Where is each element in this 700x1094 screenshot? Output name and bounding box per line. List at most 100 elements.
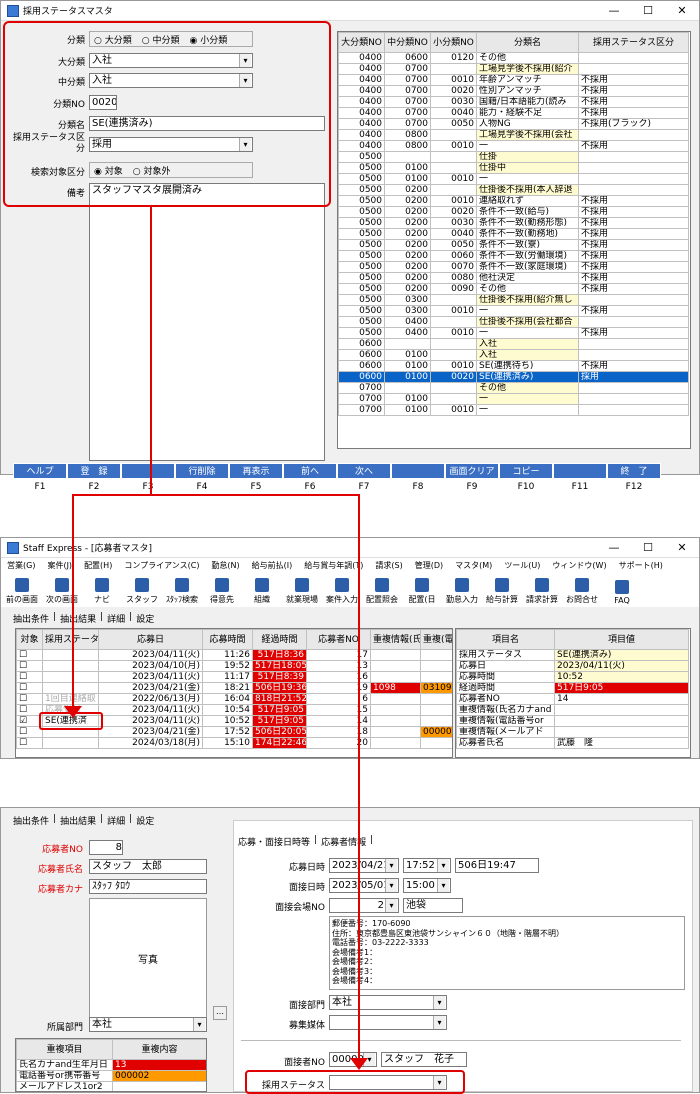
table-row[interactable]: 0600 0100 0010 SE(連携待ち) 不採用 bbox=[338, 360, 689, 372]
status-cell[interactable] bbox=[42, 649, 99, 661]
function-key-12[interactable]: 終 了 F12 bbox=[607, 463, 661, 492]
detail-row[interactable]: 経過時間 517日9:05 bbox=[456, 682, 689, 694]
maximize-icon[interactable]: ☐ bbox=[631, 541, 665, 554]
table-row[interactable]: 0600 0100 入社 bbox=[338, 349, 689, 361]
toolbar-button[interactable]: 配置(日 bbox=[405, 578, 439, 605]
table-row[interactable]: 0500 0400 仕掛後不採用(会社都合 bbox=[338, 316, 689, 328]
close-icon[interactable]: ✕ bbox=[665, 541, 699, 554]
detail-row[interactable]: 応募時間 10:52 bbox=[456, 671, 689, 683]
detail-row[interactable]: 応募者氏名 武藤 隆 bbox=[456, 737, 689, 749]
detail-row[interactable]: 採用ステータス SE(連携済み) bbox=[456, 649, 689, 661]
table-row[interactable]: 0400 0700 工場見学後不採用(紹介 bbox=[338, 63, 689, 75]
table-row[interactable]: ☐ 2023/04/11(火) 11:17 517日8:39 16 bbox=[16, 671, 452, 683]
kaijo-no-select[interactable]: 2 bbox=[329, 898, 399, 913]
toolbar-button[interactable]: スタッフ bbox=[125, 578, 159, 605]
row-checkbox[interactable]: ☐ bbox=[16, 693, 43, 705]
table-row[interactable]: ☐ 2024/03/18(月) 15:10 174日22:46 20 bbox=[16, 737, 452, 749]
maximize-icon[interactable]: ☐ bbox=[631, 4, 665, 17]
menu-item[interactable]: 管理(D) bbox=[415, 560, 443, 571]
menu-item[interactable]: 給与賞与年調(T) bbox=[304, 560, 363, 571]
bumon-select[interactable]: 本社 bbox=[329, 995, 447, 1010]
status-cell[interactable] bbox=[42, 737, 99, 749]
row-checkbox[interactable]: ☐ bbox=[16, 660, 43, 672]
table-row[interactable]: 0600 入社 bbox=[338, 338, 689, 350]
table-row[interactable]: 0500 0200 0070 条件不一致(家庭環境) 不採用 bbox=[338, 261, 689, 273]
table-row[interactable]: ☐ 2023/04/10(月) 19:52 517日18:05 13 bbox=[16, 660, 452, 672]
venue-memo[interactable]: 郵便番号：170-6090 住所：東京都豊島区東池袋サンシャイン６０（地階・階層不… bbox=[329, 916, 685, 990]
applicant-grid[interactable]: 対象採用ステータス応募日応募時間経過時間応募者NO重複情報(氏名カナand重複(… bbox=[15, 628, 453, 758]
toolbar-button[interactable]: 給与計算 bbox=[485, 578, 519, 605]
table-row[interactable]: 0500 0200 0050 条件不一致(寮) 不採用 bbox=[338, 239, 689, 251]
menu-item[interactable]: コンプライアンス(C) bbox=[124, 560, 199, 571]
table-row[interactable]: 0700 0100 0010 一 bbox=[338, 404, 689, 416]
menu-item[interactable]: 営業(G) bbox=[7, 560, 35, 571]
status-cell[interactable] bbox=[42, 682, 99, 694]
status-cell[interactable] bbox=[42, 660, 99, 672]
dept-select[interactable]: 本社 bbox=[89, 1017, 207, 1032]
menu-item[interactable]: ウィンドウ(W) bbox=[552, 560, 606, 571]
function-key-11[interactable]: F11 bbox=[553, 463, 607, 492]
table-row[interactable]: 0700 その他 bbox=[338, 382, 689, 394]
table-row[interactable]: 0500 0100 仕掛中 bbox=[338, 162, 689, 174]
tab-2[interactable]: 詳細 bbox=[107, 612, 125, 625]
toolbar-button[interactable]: 得意先 bbox=[205, 578, 239, 605]
table-row[interactable]: 0500 0300 0010 一不採用 bbox=[338, 305, 689, 317]
tab-3[interactable]: 設定 bbox=[136, 814, 154, 827]
minimize-icon[interactable]: — bbox=[597, 541, 631, 554]
function-key-8[interactable]: F8 bbox=[391, 463, 445, 492]
detail-row[interactable]: 重複情報(氏名カナand bbox=[456, 704, 689, 716]
table-row[interactable]: 0400 0700 0050 人物NG 不採用(ブラック) bbox=[338, 118, 689, 130]
table-row[interactable]: 0500 0200 0030 条件不一致(勤務形態) 不採用 bbox=[338, 217, 689, 229]
table-row[interactable]: 0500 仕掛 bbox=[338, 151, 689, 163]
function-key-3[interactable]: F3 bbox=[121, 463, 175, 492]
table-row[interactable]: 0500 0200 0010 連絡取れず 不採用 bbox=[338, 195, 689, 207]
table-row[interactable]: 0500 0200 0080 他社決定 不採用 bbox=[338, 272, 689, 284]
detail-grid[interactable]: 項目名 項目値 採用ステータス SE(連携済み) 応募日 2023/04/11(火) 応募時… bbox=[455, 628, 691, 758]
table-row[interactable]: 0500 0200 0020 条件不一致(給与) 不採用 bbox=[338, 206, 689, 218]
status-cell[interactable] bbox=[42, 671, 99, 683]
toolbar-button[interactable]: 案件入力 bbox=[325, 578, 359, 605]
table-row[interactable]: 0700 0100 一 bbox=[338, 393, 689, 405]
close-icon[interactable]: ✕ bbox=[665, 4, 699, 17]
photo-box[interactable]: 写真 bbox=[89, 898, 207, 1022]
function-key-5[interactable]: 再表示 F5 bbox=[229, 463, 283, 492]
oubo-date-select[interactable]: 2023/04/21 bbox=[329, 858, 399, 873]
detail-row[interactable]: 応募日 2023/04/11(火) bbox=[456, 660, 689, 672]
table-row[interactable]: 0500 0100 0010 一 bbox=[338, 173, 689, 185]
applicant-kana-input[interactable]: ｽﾀｯﾌ ﾀﾛｳ bbox=[89, 879, 207, 894]
applicant-no-input[interactable]: 8 bbox=[89, 840, 123, 855]
toolbar-button[interactable]: FAQ bbox=[605, 580, 639, 605]
menu-item[interactable]: 給与前払(I) bbox=[252, 560, 293, 571]
table-row[interactable]: 0500 0200 仕掛後不採用(本人辞退 bbox=[338, 184, 689, 196]
menu-item[interactable]: ツール(U) bbox=[504, 560, 540, 571]
table-row[interactable]: 0400 0700 0040 能力・経験不足 不採用 bbox=[338, 107, 689, 119]
tab-3[interactable]: 設定 bbox=[136, 612, 154, 625]
toolbar-button[interactable]: 勤怠入力 bbox=[445, 578, 479, 605]
table-row[interactable]: 0500 0300 仕掛後不採用(紹介無し bbox=[338, 294, 689, 306]
status-cell[interactable]: 1回目連絡取 bbox=[42, 693, 99, 705]
status-grid[interactable]: 大分類NO 中分類NO 小分類NO 分類名 採用ステータス区分 0400 0600 0120 そ… bbox=[337, 31, 691, 449]
baitai-select[interactable] bbox=[329, 1015, 447, 1030]
menu-item[interactable]: 請求(S) bbox=[375, 560, 402, 571]
toolbar-button[interactable]: 配置照会 bbox=[365, 578, 399, 605]
dup-row[interactable]: 電話番号or携帯番号 000002 bbox=[16, 1070, 206, 1082]
mensetsu-time-select[interactable]: 15:00 bbox=[403, 878, 451, 893]
duplicate-grid[interactable]: 重複項目 重複内容 氏名カナand生年月日 13 電話番号or携帯番号 000002 メール… bbox=[15, 1038, 207, 1092]
oubo-time-select[interactable]: 17:52 bbox=[403, 858, 451, 873]
table-row[interactable]: 0400 0700 0010 年齢アンマッチ 不採用 bbox=[338, 74, 689, 86]
table-row[interactable]: 0500 0200 0060 条件不一致(労働環境) 不採用 bbox=[338, 250, 689, 262]
row-checkbox[interactable]: ☐ bbox=[16, 649, 43, 661]
toolbar-button[interactable]: 前の画面 bbox=[5, 578, 39, 605]
toolbar-button[interactable]: お問合せ bbox=[565, 578, 599, 605]
applicant-name-input[interactable]: スタッフ 太郎 bbox=[89, 859, 207, 874]
table-row[interactable]: 0400 0800 0010 一不採用 bbox=[338, 140, 689, 152]
table-row[interactable]: ☐ 1回目連絡取 2022/06/13(月) 16:04 818日21:52 6 bbox=[16, 693, 452, 705]
function-key-6[interactable]: 前へ F6 bbox=[283, 463, 337, 492]
dup-row[interactable]: 氏名カナand生年月日 13 bbox=[16, 1059, 206, 1071]
detail-row[interactable]: 重複情報(メールアド bbox=[456, 726, 689, 738]
tab-1[interactable]: 抽出結果 bbox=[60, 612, 96, 625]
table-row[interactable]: 0500 0200 0090 その他 不採用 bbox=[338, 283, 689, 295]
toolbar-button[interactable]: 請求計算 bbox=[525, 578, 559, 605]
mensetsu-date-select[interactable]: 2023/05/01 bbox=[329, 878, 399, 893]
toolbar-button[interactable]: ｽﾀｯﾌ検索 bbox=[165, 578, 199, 605]
